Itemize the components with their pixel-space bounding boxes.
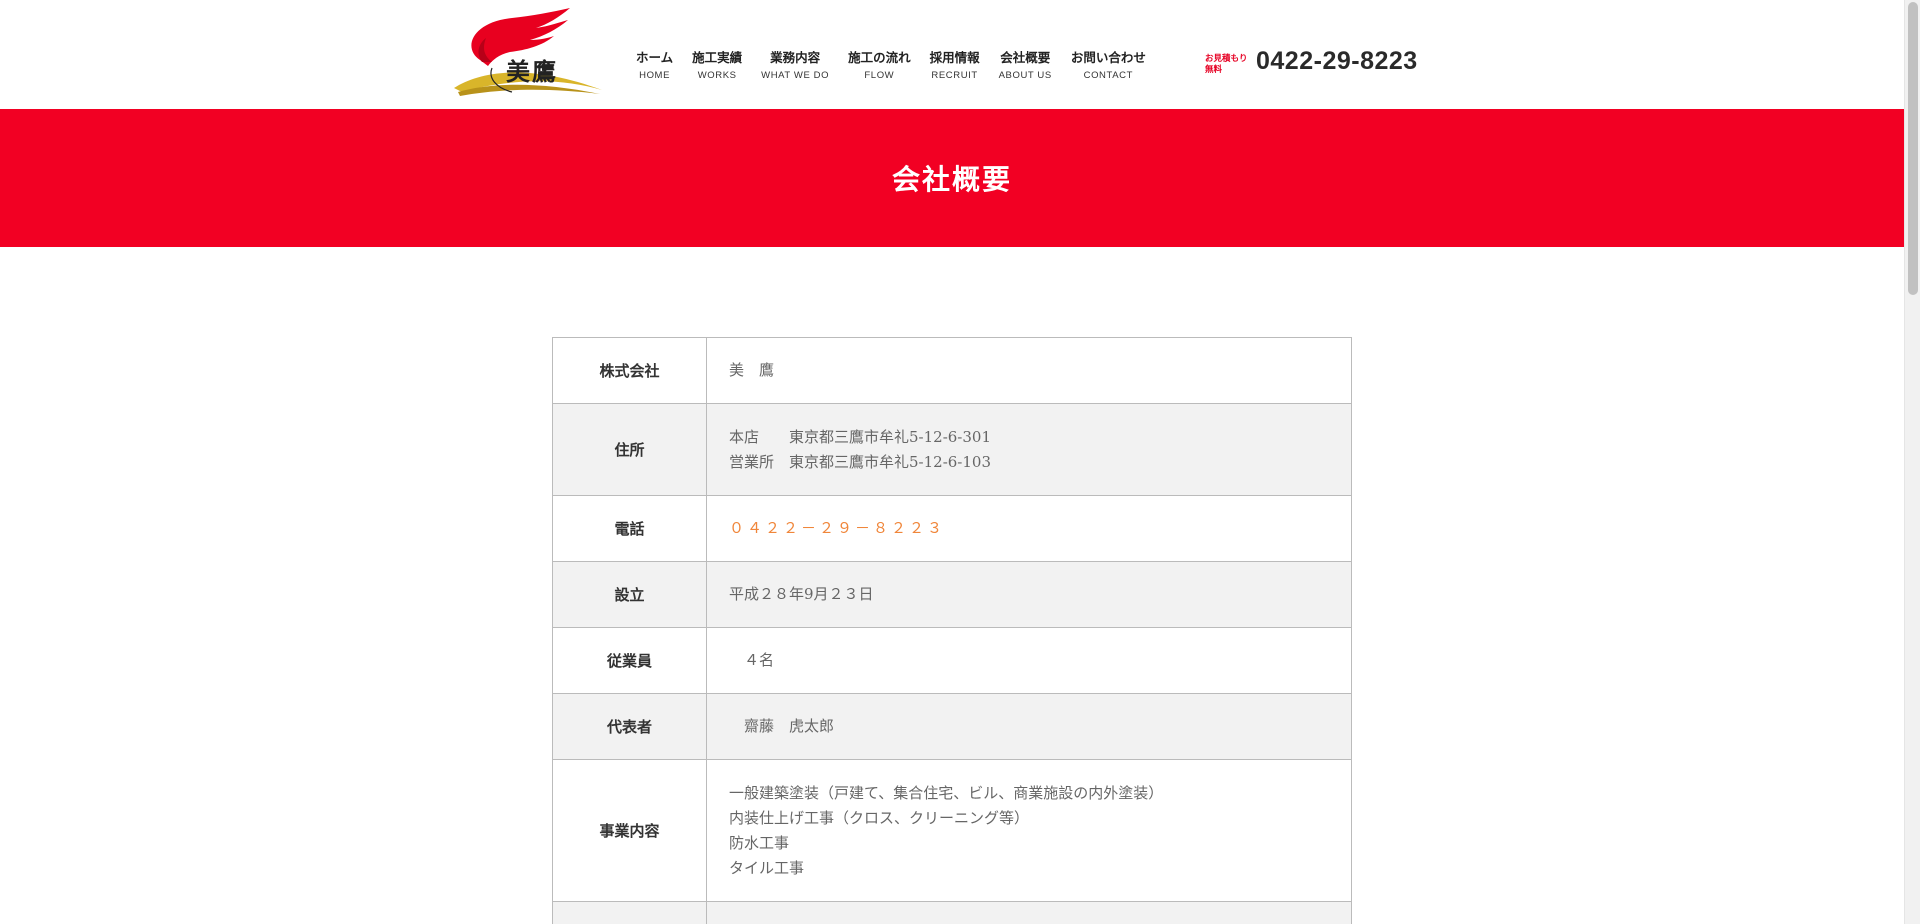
- nav-item-works[interactable]: 施工実績 WORKS: [692, 50, 742, 81]
- nav-label-jp: お問い合わせ: [1070, 50, 1146, 65]
- nav-label-en: WHAT WE DO: [761, 70, 830, 81]
- company-info-table: 株式会社 美 鷹 住所 本店 東京都三鷹市牟礼5-12-6-301 営業所 東京…: [552, 337, 1352, 924]
- table-row-phone: 電話 ０４２２－２９－８２２３: [552, 495, 1352, 562]
- header-phone-number[interactable]: 0422-29-8223: [1256, 47, 1418, 76]
- row-value: 齋藤 虎太郎: [707, 694, 1352, 760]
- nav-label-jp: 採用情報: [929, 50, 980, 65]
- table-row-employees: 従業員 ４名: [552, 627, 1352, 694]
- table-row-business: 事業内容 一般建築塗装（戸建て、集合住宅、ビル、商業施設の内外塗装） 内装仕上げ…: [552, 759, 1352, 902]
- nav-label-jp: ホーム: [636, 50, 674, 65]
- nav-label-jp: 業務内容: [770, 50, 821, 65]
- business-line: 防水工事: [729, 833, 790, 852]
- nav-label-en: FLOW: [864, 70, 895, 81]
- row-label: 電話: [552, 495, 707, 562]
- row-label: 事業内容: [552, 759, 707, 902]
- established-value: 平成２８年9月２３日: [729, 585, 874, 603]
- nav-item-home[interactable]: ホーム HOME: [636, 50, 673, 81]
- row-value: 平成２８年9月２３日: [707, 562, 1352, 628]
- table-row-next: [552, 901, 1352, 924]
- row-value: 一般建築塗装（戸建て、集合住宅、ビル、商業施設の内外塗装） 内装仕上げ工事（クロ…: [707, 760, 1352, 902]
- scrollbar-thumb[interactable]: [1908, 2, 1918, 295]
- nav-item-recruit[interactable]: 採用情報 RECRUIT: [930, 50, 980, 81]
- company-name-value: 美 鷹: [729, 361, 775, 379]
- row-value: ４名: [707, 628, 1352, 694]
- row-value: 美 鷹: [707, 338, 1352, 404]
- nav-item-about-us[interactable]: 会社概要 ABOUT US: [999, 50, 1052, 81]
- nav-label-jp: 施工の流れ: [848, 50, 911, 65]
- table-row-established: 設立 平成２８年9月２３日: [552, 561, 1352, 628]
- row-value: ０４２２－２９－８２２３: [707, 496, 1352, 562]
- nav-label-en: HOME: [639, 70, 671, 81]
- nav-item-what-we-do[interactable]: 業務内容 WHAT WE DO: [761, 50, 829, 81]
- nav-label-en: WORKS: [697, 70, 737, 81]
- row-label: 住所: [552, 403, 707, 496]
- address-head-office: 本店 東京都三鷹市牟礼5-12-6-301: [729, 427, 992, 446]
- row-label: 代表者: [552, 693, 707, 760]
- representative-value: 齋藤 虎太郎: [729, 717, 835, 735]
- nav-label-en: RECRUIT: [931, 70, 978, 81]
- address-branch-office: 営業所 東京都三鷹市牟礼5-12-6-103: [729, 452, 992, 471]
- nav-label-en: ABOUT US: [998, 70, 1052, 81]
- row-label: 株式会社: [552, 337, 707, 404]
- site-logo[interactable]: 美鷹: [452, 8, 604, 100]
- table-row-address: 住所 本店 東京都三鷹市牟礼5-12-6-301 営業所 東京都三鷹市牟礼5-1…: [552, 403, 1352, 496]
- page-title: 会社概要: [891, 163, 1012, 196]
- table-row-company-name: 株式会社 美 鷹: [552, 337, 1352, 404]
- row-label: 従業員: [552, 627, 707, 694]
- nav-label-jp: 施工実績: [692, 50, 743, 65]
- site-header: 美鷹 ホーム HOME 施工実績 WORKS 業務内容 WHAT WE DO 施…: [0, 0, 1904, 109]
- business-line: 内装仕上げ工事（クロス、クリーニング等）: [729, 808, 1030, 827]
- page-title-banner: 会社概要: [0, 109, 1904, 247]
- table-row-representative: 代表者 齋藤 虎太郎: [552, 693, 1352, 760]
- nav-label-en: CONTACT: [1083, 70, 1134, 81]
- row-label: 設立: [552, 561, 707, 628]
- nav-item-flow[interactable]: 施工の流れ FLOW: [848, 50, 911, 81]
- free-quote-label: お見積もり無料: [1205, 54, 1248, 75]
- nav-item-contact[interactable]: お問い合わせ CONTACT: [1071, 50, 1146, 81]
- page-scrollbar[interactable]: [1904, 0, 1920, 924]
- business-line: タイル工事: [729, 858, 805, 877]
- row-label: [552, 901, 707, 924]
- phone-link[interactable]: ０４２２－２９－８２２３: [729, 516, 1351, 541]
- row-value: 本店 東京都三鷹市牟礼5-12-6-301 営業所 東京都三鷹市牟礼5-12-6…: [707, 404, 1352, 496]
- nav-label-jp: 会社概要: [1000, 50, 1051, 65]
- employees-value: ４名: [729, 651, 775, 669]
- main-nav: ホーム HOME 施工実績 WORKS 業務内容 WHAT WE DO 施工の流…: [636, 50, 1165, 81]
- logo-text: 美鷹: [506, 57, 558, 86]
- row-value: [707, 902, 1352, 924]
- business-line: 一般建築塗装（戸建て、集合住宅、ビル、商業施設の内外塗装）: [729, 783, 1164, 802]
